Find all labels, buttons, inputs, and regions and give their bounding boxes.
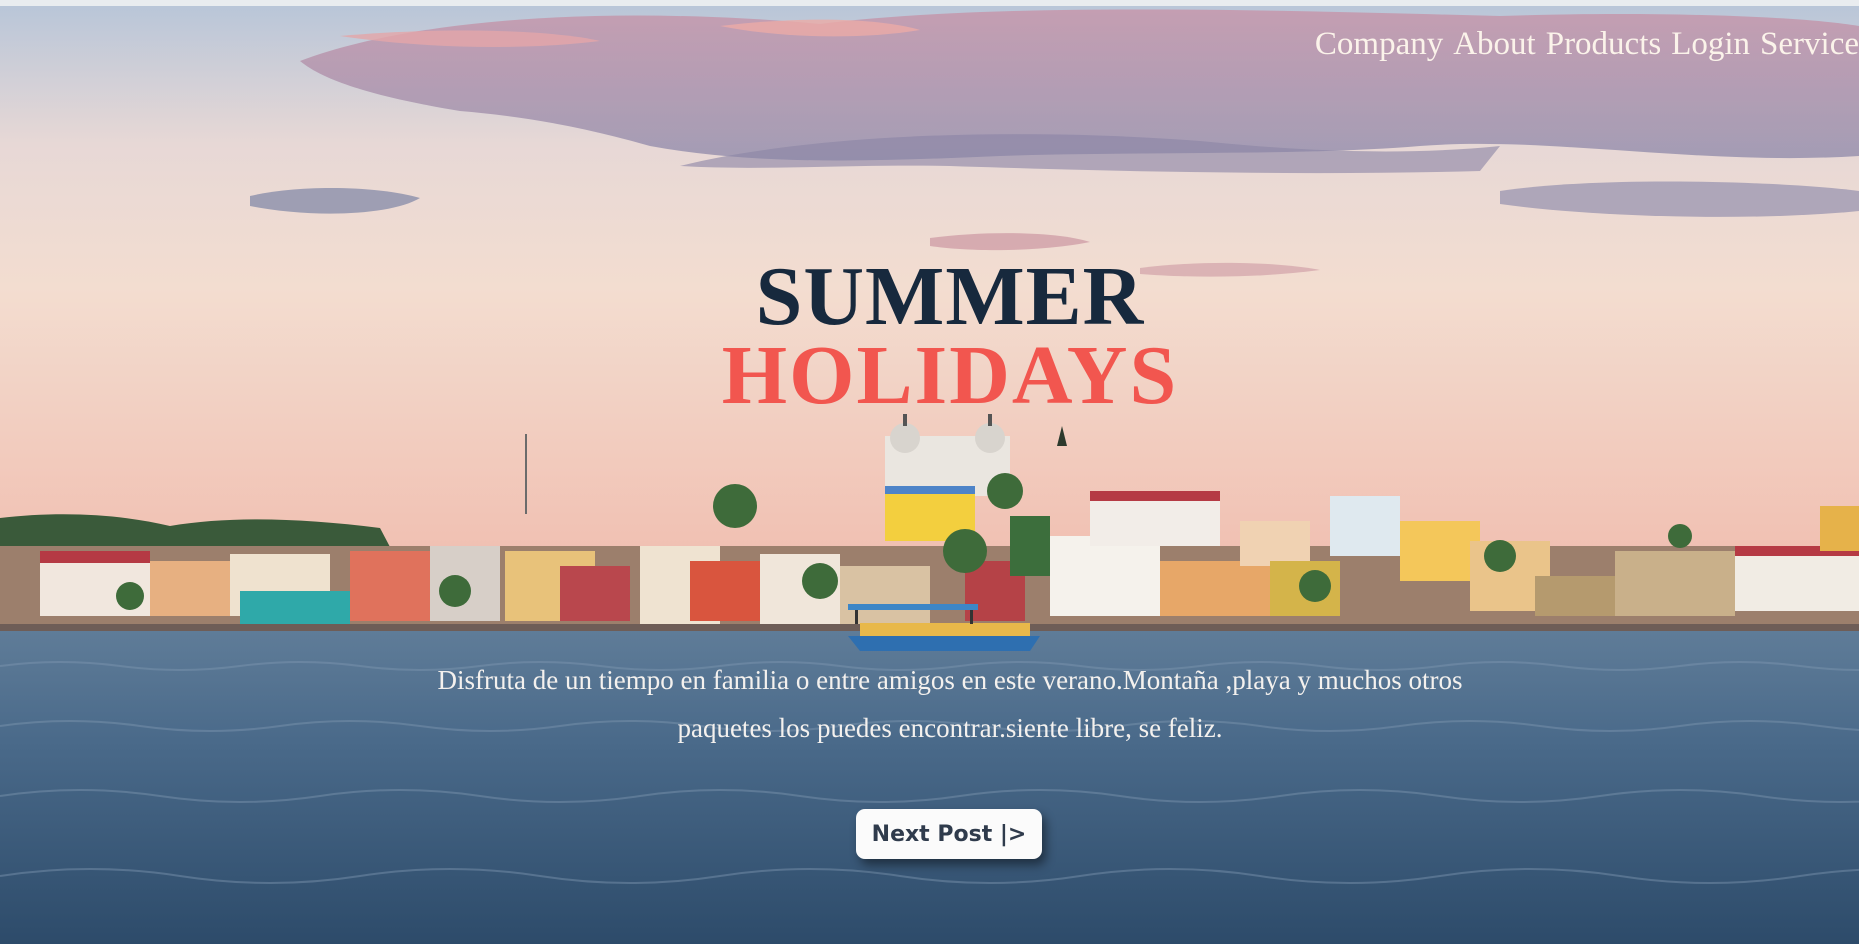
nav-item-about[interactable]: About bbox=[1453, 26, 1536, 63]
main-nav: Company About Products Login Service bbox=[1315, 26, 1859, 63]
hero-description: Disfruta de un tiempo en familia o entre… bbox=[437, 665, 1463, 743]
nav-item-company[interactable]: Company bbox=[1315, 26, 1443, 63]
hero-title-line2: HOLIDAYS bbox=[721, 329, 1179, 422]
next-post-button[interactable]: Next Post |> bbox=[856, 809, 1042, 859]
hero-background-image bbox=[0, 6, 1859, 944]
hero-title-line1: SUMMER bbox=[755, 250, 1145, 343]
hero-title: SUMMER HOLIDAYS bbox=[0, 255, 1859, 418]
nav-item-login[interactable]: Login bbox=[1671, 26, 1750, 63]
browser-top-strip bbox=[0, 0, 1859, 6]
nav-item-service[interactable]: Service bbox=[1760, 26, 1859, 63]
nav-item-products[interactable]: Products bbox=[1546, 26, 1662, 63]
page: Company About Products Login Service SUM… bbox=[0, 0, 1859, 944]
